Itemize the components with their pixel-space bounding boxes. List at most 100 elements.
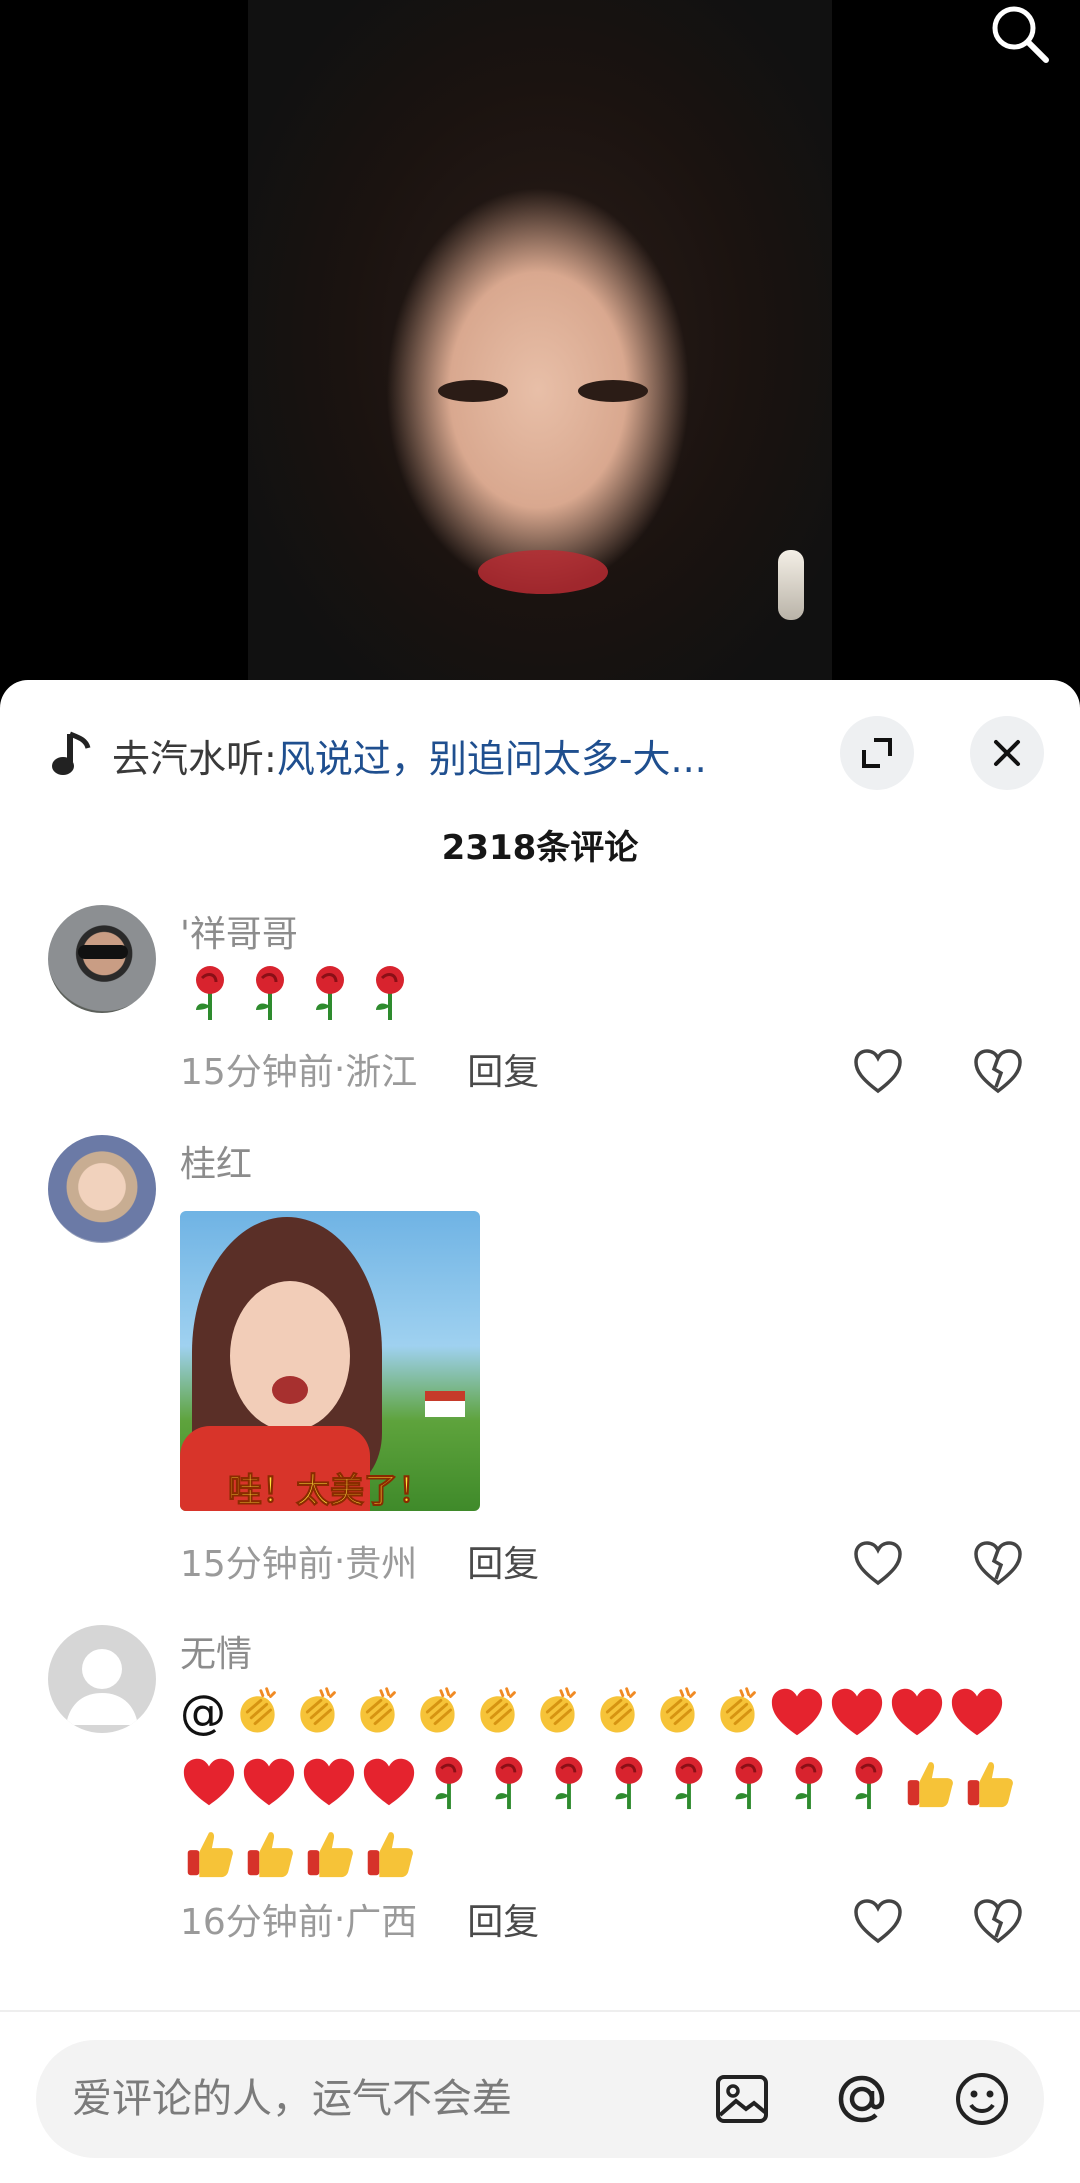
music-link[interactable]: 去汽水听: 风说过，别追问太多-大... [50, 720, 810, 790]
video-lips [478, 550, 608, 594]
emoji-row [180, 957, 1020, 1027]
thumbs-up-emoji-icon [367, 1832, 413, 1878]
close-button[interactable] [970, 716, 1044, 790]
clap-emoji-icon [300, 1687, 336, 1733]
search-button[interactable] [984, 0, 1056, 72]
comment-item: '祥哥哥 15分钟前 · 浙江 回复 [0, 905, 1080, 1135]
emoji-row [180, 1747, 1020, 1817]
username[interactable]: 无情 [180, 1625, 252, 1677]
reply-button[interactable]: 回复 [467, 1535, 539, 1587]
comment-text: @ [180, 1677, 1020, 1887]
music-prefix: 去汽水听: [112, 736, 277, 781]
comment-time: 15分钟前 [180, 1052, 334, 1093]
clap-emoji-icon [480, 1687, 516, 1733]
comment-input-bar [36, 2040, 1044, 2158]
rose-emoji-icon [615, 1756, 643, 1810]
comment-time: 16分钟前 [180, 1902, 334, 1943]
comment-location: 浙江 [345, 1052, 418, 1093]
comment-meta: 15分钟前 · 浙江 回复 [180, 1043, 539, 1095]
thumbs-up-emoji-icon [187, 1832, 233, 1878]
video-eye [438, 380, 508, 402]
heart-icon[interactable] [850, 1893, 906, 1949]
comment-meta: 16分钟前 · 广西 回复 [180, 1893, 539, 1945]
username[interactable]: 桂红 [180, 1135, 252, 1187]
comment-meta: 15分钟前 · 贵州 回复 [180, 1535, 539, 1587]
comment-input[interactable] [72, 2040, 692, 2158]
thumbs-up-emoji-icon [967, 1762, 1013, 1808]
broken-heart-icon[interactable] [970, 1893, 1026, 1949]
rose-emoji-icon [196, 966, 224, 1020]
meta-separator: · [333, 1540, 346, 1582]
heart-emoji-icon [831, 1688, 883, 1736]
default-avatar-icon [66, 1649, 138, 1725]
close-icon [994, 740, 1020, 766]
comment-text [180, 957, 1020, 1027]
comment-sheet: 去汽水听: 风说过，别追问太多-大... 2318条评论 '祥哥哥 15分钟前 … [0, 680, 1080, 2183]
comment-item: 无情 @ 16分钟前 · 广西 回复 [0, 1625, 1080, 2005]
reply-button[interactable]: 回复 [467, 1893, 539, 1945]
search-icon [992, 6, 1049, 63]
emoji-icon[interactable] [952, 2069, 1012, 2129]
rose-emoji-icon [855, 1756, 883, 1810]
divider [0, 2010, 1080, 2012]
meta-separator: · [333, 1898, 346, 1940]
rose-emoji-icon [555, 1756, 583, 1810]
thumbs-up-emoji-icon [907, 1762, 953, 1808]
mention-icon[interactable] [832, 2069, 892, 2129]
clap-emoji-icon [360, 1687, 396, 1733]
emoji-row [180, 1817, 1020, 1887]
rose-emoji-icon [376, 966, 404, 1020]
image-icon[interactable] [712, 2069, 772, 2129]
clap-emoji-icon [660, 1687, 696, 1733]
heart-emoji-icon [771, 1688, 823, 1736]
reply-button[interactable]: 回复 [467, 1043, 539, 1095]
rose-emoji-icon [735, 1756, 763, 1810]
emoji-row: @ [180, 1677, 1020, 1747]
expand-button[interactable] [840, 716, 914, 790]
avatar[interactable] [48, 1625, 156, 1733]
rose-emoji-icon [435, 1756, 463, 1810]
sticker-face [230, 1281, 350, 1431]
sticker-mouth [272, 1376, 308, 1404]
mention-symbol[interactable]: @ [180, 1677, 226, 1747]
rose-emoji-icon [316, 966, 344, 1020]
sticker-house [425, 1391, 465, 1417]
heart-icon[interactable] [850, 1535, 906, 1591]
clap-emoji-icon [540, 1687, 576, 1733]
heart-icon[interactable] [850, 1043, 906, 1099]
music-note-icon [52, 731, 91, 775]
rose-emoji-icon [795, 1756, 823, 1810]
comment-item: 桂红 哇！太美了！ 15分钟前 · 贵州 回复 [0, 1135, 1080, 1605]
sticker-caption: 哇！太美了！ [228, 1471, 433, 1512]
clap-emoji-icon [600, 1687, 636, 1733]
avatar[interactable] [48, 1135, 156, 1243]
heart-emoji-icon [951, 1688, 1003, 1736]
comment-location: 广西 [345, 1902, 418, 1943]
heart-emoji-icon [183, 1758, 235, 1806]
clap-emoji-icon [720, 1687, 756, 1733]
sticker-image[interactable]: 哇！太美了！ [180, 1211, 480, 1511]
thumbs-up-emoji-icon [247, 1832, 293, 1878]
avatar[interactable] [48, 905, 156, 1013]
rose-emoji-icon [256, 966, 284, 1020]
meta-separator: · [333, 1048, 346, 1090]
broken-heart-icon[interactable] [970, 1043, 1026, 1099]
comment-location: 贵州 [345, 1544, 418, 1585]
video-eye [578, 380, 648, 402]
clap-emoji-icon [420, 1687, 456, 1733]
rose-emoji-icon [495, 1756, 523, 1810]
video-frame [248, 0, 832, 700]
broken-heart-icon[interactable] [970, 1535, 1026, 1591]
heart-emoji-icon [363, 1758, 415, 1806]
expand-icon [862, 738, 892, 768]
comment-time: 15分钟前 [180, 1544, 334, 1585]
comment-count: 2318条评论 [441, 828, 639, 868]
username[interactable]: '祥哥哥 [180, 905, 298, 957]
music-title[interactable]: 风说过，别追问太多-大... [277, 728, 707, 783]
rose-emoji-icon [675, 1756, 703, 1810]
video-player[interactable] [0, 0, 1080, 700]
heart-emoji-icon [243, 1758, 295, 1806]
heart-emoji-icon [303, 1758, 355, 1806]
clap-emoji-icon [240, 1687, 276, 1733]
video-earring [778, 550, 804, 620]
